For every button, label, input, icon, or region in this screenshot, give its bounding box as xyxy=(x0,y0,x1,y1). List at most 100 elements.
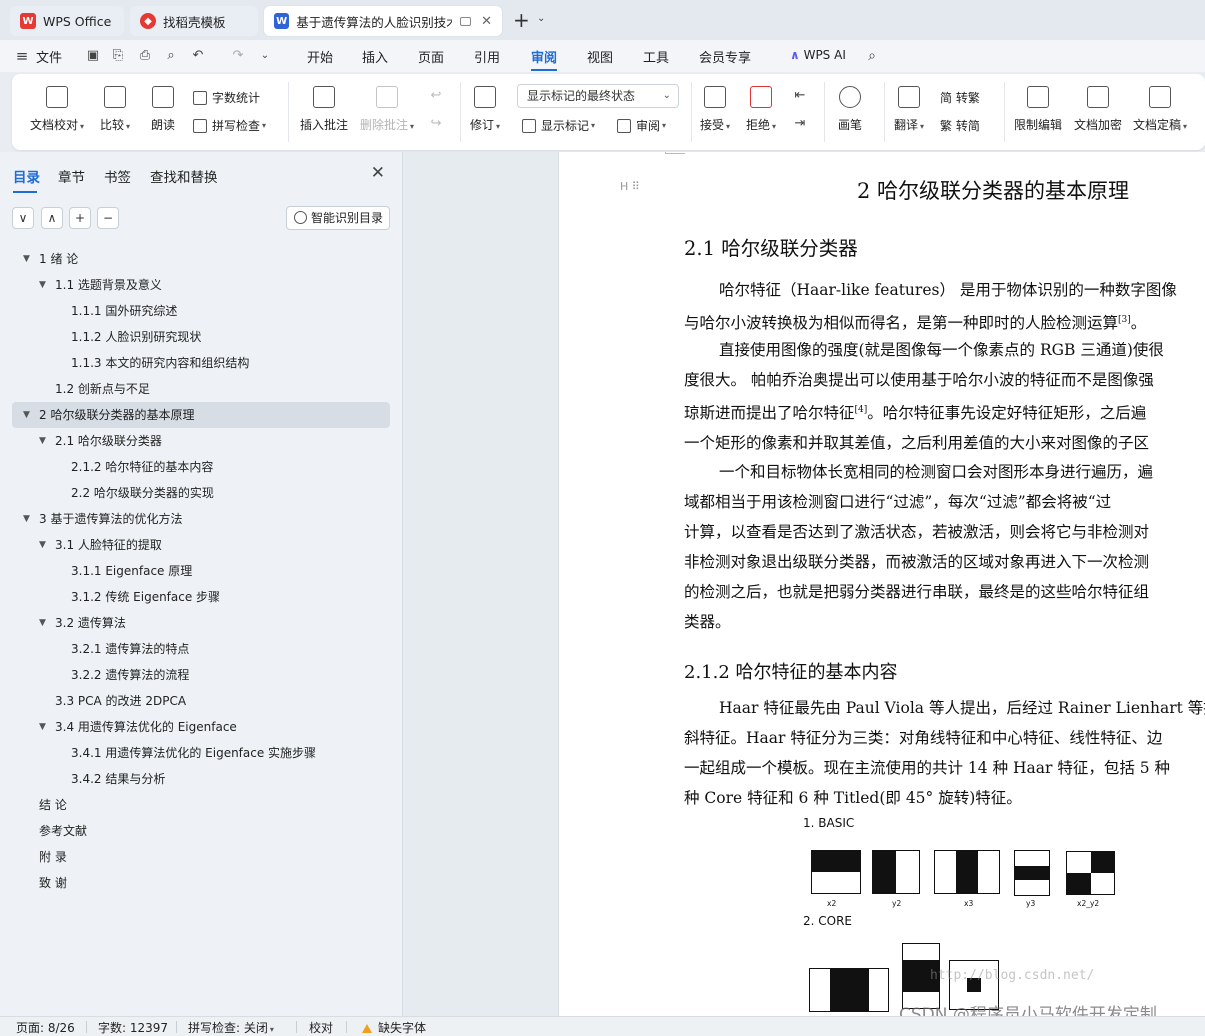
word-count-button[interactable]: 字数统计 xyxy=(193,89,260,106)
tab-docer-templates[interactable]: ◆ 找稻壳模板 xyxy=(130,6,258,36)
close-tab-icon[interactable]: ✕ xyxy=(481,14,492,29)
print-preview-icon[interactable]: ⌕ xyxy=(163,48,179,64)
toc-item[interactable]: 参考文献 xyxy=(12,818,390,844)
expand-arrow-icon[interactable]: ▼ xyxy=(39,428,46,454)
to-simplified-button[interactable]: 繁 转简 xyxy=(940,117,980,134)
hamburger-menu-icon[interactable]: ≡ xyxy=(14,48,30,64)
doc-encrypt-button[interactable]: 文档加密 xyxy=(1074,86,1122,133)
toc-item[interactable]: ▼ 3.2 遗传算法 xyxy=(12,610,390,636)
prev-comment-icon[interactable]: ↩ xyxy=(428,88,444,104)
remove-heading-button[interactable]: − xyxy=(97,207,119,229)
reject-button[interactable]: 拒绝 ▾ xyxy=(746,86,776,133)
tab-toc[interactable]: 目录 xyxy=(13,166,40,193)
accept-button[interactable]: 接受 ▾ xyxy=(700,86,730,133)
expand-arrow-icon[interactable]: ▼ xyxy=(23,402,30,428)
tab-current-document[interactable]: W 基于遗传算法的人脸识别技术 ✕ xyxy=(264,6,502,36)
chevron-down-icon[interactable]: ⌄ xyxy=(537,13,545,24)
search-icon[interactable]: ⌕ xyxy=(864,48,880,64)
toc-item[interactable]: ▼ 2.1 哈尔级联分类器 xyxy=(12,428,390,454)
toc-item[interactable]: 2.1.2 哈尔特征的基本内容 xyxy=(12,454,390,480)
spell-check-button[interactable]: 拼写检查 ▾ xyxy=(193,117,266,134)
delete-comment-button[interactable]: 删除批注 ▾ xyxy=(360,86,414,133)
doc-proofread-button[interactable]: 文档校对 ▾ xyxy=(30,86,84,133)
tab-chapters[interactable]: 章节 xyxy=(58,166,85,186)
toc-item[interactable]: 3.2.2 遗传算法的流程 xyxy=(12,662,390,688)
toc-item[interactable]: ▼ 1 绪 论 xyxy=(12,246,390,272)
read-aloud-button[interactable]: 朗读 xyxy=(151,86,175,133)
menu-start[interactable]: 开始 xyxy=(307,47,333,66)
next-change-icon[interactable]: ⇥ xyxy=(792,116,808,132)
toc-item[interactable]: ▼ 2 哈尔级联分类器的基本原理 xyxy=(12,402,390,428)
show-markup-button[interactable]: 显示标记 ▾ xyxy=(522,117,595,134)
chevron-down-icon[interactable]: ⌄ xyxy=(257,48,273,64)
toc-item[interactable]: 结 论 xyxy=(12,792,390,818)
menu-references[interactable]: 引用 xyxy=(474,47,500,66)
translate-button[interactable]: 翻译 ▾ xyxy=(894,86,924,133)
toc-item[interactable]: ▼ 3.1 人脸特征的提取 xyxy=(12,532,390,558)
undo-icon[interactable]: ↶ xyxy=(190,48,206,64)
export-icon[interactable]: ⎘ xyxy=(110,48,126,64)
expand-arrow-icon[interactable]: ▼ xyxy=(23,246,30,272)
toc-item[interactable]: 3.1.2 传统 Eigenface 步骤 xyxy=(12,584,390,610)
expand-arrow-icon[interactable]: ▼ xyxy=(39,714,46,740)
to-traditional-button[interactable]: 简 转繁 xyxy=(940,89,980,106)
toc-item[interactable]: 1.1.2 人脸识别研究现状 xyxy=(12,324,390,350)
menu-view[interactable]: 视图 xyxy=(587,47,613,66)
new-tab-button[interactable]: + xyxy=(513,8,530,32)
heading-drag-handle-icon[interactable]: H ⠿ xyxy=(620,180,640,193)
toc-item[interactable]: ▼ 1.1 选题背景及意义 xyxy=(12,272,390,298)
toc-item[interactable]: 1.1.3 本文的研究内容和组织结构 xyxy=(12,350,390,376)
save-icon[interactable]: ▣ xyxy=(85,48,101,64)
expand-arrow-icon[interactable]: ▼ xyxy=(39,610,46,636)
menu-review[interactable]: 审阅 xyxy=(531,47,558,71)
tab-find-replace[interactable]: 查找和替换 xyxy=(150,166,218,186)
menu-page[interactable]: 页面 xyxy=(418,47,444,66)
expand-all-button[interactable]: ∧ xyxy=(41,207,63,229)
menu-insert[interactable]: 插入 xyxy=(362,47,388,66)
toc-item[interactable]: 1.1.1 国外研究综述 xyxy=(12,298,390,324)
collapse-all-button[interactable]: ∨ xyxy=(12,207,34,229)
menu-member[interactable]: 会员专享 xyxy=(699,47,751,66)
pen-button[interactable]: 画笔 xyxy=(838,86,862,133)
insert-comment-button[interactable]: 插入批注 xyxy=(300,86,348,133)
tab-bookmarks[interactable]: 书签 xyxy=(104,166,131,186)
spell-check-status[interactable]: 拼写检查: 关闭 ▾ xyxy=(188,1019,274,1036)
toc-item[interactable]: 3.4.2 结果与分析 xyxy=(12,766,390,792)
toc-item[interactable]: 附 录 xyxy=(12,844,390,870)
proofread-status[interactable]: 校对 xyxy=(309,1019,333,1036)
toc-item[interactable]: 3.3 PCA 的改进 2DPCA xyxy=(12,688,390,714)
restrict-edit-button[interactable]: 限制编辑 xyxy=(1014,86,1062,133)
markup-display-select[interactable]: 显示标记的最终状态 ⌄ xyxy=(517,84,679,108)
expand-arrow-icon[interactable]: ▼ xyxy=(23,506,30,532)
document-page[interactable]: H ⠿ 2 哈尔级联分类器的基本原理 2.1 哈尔级联分类器 哈尔特征（Haar… xyxy=(558,152,1205,1016)
word-count-status[interactable]: 字数: 12397 xyxy=(98,1019,168,1036)
toc-item[interactable]: 致 谢 xyxy=(12,870,390,896)
toc-item[interactable]: 1.2 创新点与不足 xyxy=(12,376,390,402)
menu-tools[interactable]: 工具 xyxy=(643,47,669,66)
doc-finalize-button[interactable]: 文档定稿 ▾ xyxy=(1133,86,1187,133)
next-comment-icon[interactable]: ↪ xyxy=(428,116,444,132)
revise-button[interactable]: 修订 ▾ xyxy=(470,86,500,133)
missing-font-status[interactable]: 缺失字体 xyxy=(362,1019,426,1036)
wps-ai-button[interactable]: ∧ WPS AI xyxy=(790,48,846,62)
add-heading-button[interactable]: + xyxy=(69,207,91,229)
window-mode-icon[interactable] xyxy=(459,16,472,26)
toc-item[interactable]: 3.4.1 用遗传算法优化的 Eigenface 实施步骤 xyxy=(12,740,390,766)
page-indicator[interactable]: 页面: 8/26 xyxy=(16,1019,75,1036)
menu-file[interactable]: 文件 xyxy=(36,47,62,66)
toc-item[interactable]: 3.2.1 遗传算法的特点 xyxy=(12,636,390,662)
review-pane-button[interactable]: 审阅 ▾ xyxy=(617,117,666,134)
expand-arrow-icon[interactable]: ▼ xyxy=(39,532,46,558)
print-icon[interactable]: ⎙ xyxy=(137,48,153,64)
redo-icon[interactable]: ↷ xyxy=(230,48,246,64)
prev-change-icon[interactable]: ⇤ xyxy=(792,88,808,104)
expand-arrow-icon[interactable]: ▼ xyxy=(39,272,46,298)
smart-toc-button[interactable]: 智能识别目录 xyxy=(286,206,390,230)
tab-wps-office[interactable]: W WPS Office xyxy=(10,6,124,36)
toc-item[interactable]: 3.1.1 Eigenface 原理 xyxy=(12,558,390,584)
toc-item[interactable]: 2.2 哈尔级联分类器的实现 xyxy=(12,480,390,506)
toc-item[interactable]: ▼ 3 基于遗传算法的优化方法 xyxy=(12,506,390,532)
compare-button[interactable]: 比较 ▾ xyxy=(100,86,130,133)
close-icon[interactable]: ✕ xyxy=(371,163,385,183)
toc-item[interactable]: ▼ 3.4 用遗传算法优化的 Eigenface xyxy=(12,714,390,740)
